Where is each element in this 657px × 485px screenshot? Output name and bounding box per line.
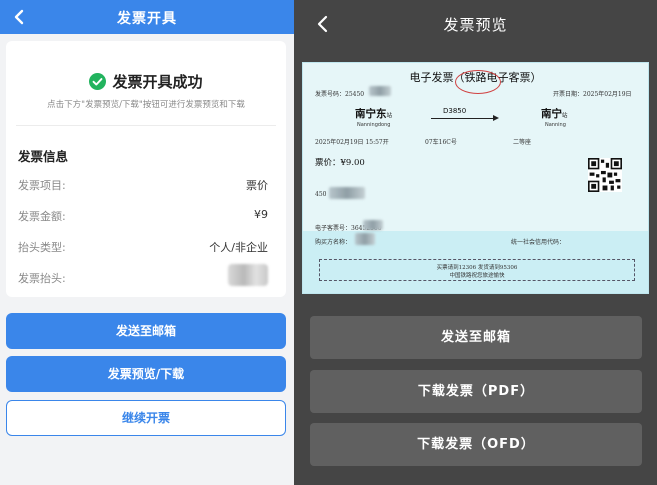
info-row-amount: 发票金额: ¥9 — [18, 208, 268, 224]
send-email-button[interactable]: 发送至邮箱 — [310, 316, 642, 359]
train-number: D3850 — [443, 107, 467, 115]
redacted-buyer — [355, 233, 375, 245]
info-row-invoice-title: 发票抬头: — [18, 264, 268, 286]
divider — [16, 125, 276, 126]
depart-time: 2025年02月19日 15:57开 — [315, 139, 389, 146]
from-pinyin: Nanningdong — [357, 122, 391, 128]
download-pdf-button[interactable]: 下载发票（PDF） — [310, 370, 642, 413]
success-message: 发票开具成功 — [6, 71, 286, 92]
route-arrow — [431, 118, 497, 119]
result-card: 发票开具成功 点击下方"发票预览/下载"按钮可进行发票预览和下载 发票信息 发票… — [6, 41, 286, 297]
seat-class: 二等座 — [513, 139, 532, 146]
page-title: 发票预览 — [443, 16, 508, 34]
invoice-number: 发票号码：25450 — [315, 91, 365, 98]
notice-line-2: 中国铁路祝您旅途愉快 — [449, 273, 505, 279]
info-value: 个人/非企业 — [209, 241, 268, 254]
buyer-name: 购买方名称： — [315, 239, 352, 246]
redacted-value — [228, 264, 268, 286]
invoice-preview-screen: 发票预览 电子发票（铁路电子客票） 发票号码：25450 开票日期：2025年0… — [294, 0, 657, 485]
invoice-image: 电子发票（铁路电子客票） 发票号码：25450 开票日期：2025年02月19日… — [302, 62, 649, 294]
arrow-right-icon — [493, 115, 499, 121]
top-bar: 发票开具 — [0, 0, 294, 34]
info-label: 发票项目: — [18, 179, 66, 192]
redacted-ticket-number — [363, 220, 383, 230]
notice-box: 买票请到12306 发货请到95306 中国铁路祝您旅途愉快 — [319, 259, 635, 281]
credit-code: 统一社会信用代码： — [511, 239, 566, 246]
invoice-info-title: 发票信息 — [18, 149, 69, 164]
from-station: 南宁东站 — [355, 108, 393, 120]
seat-number: 07车16C号 — [425, 139, 457, 146]
notice-line-1: 买票请到12306 发货请到95306 — [436, 265, 518, 271]
page-title: 发票开具 — [117, 11, 177, 27]
info-label: 抬头类型: — [18, 241, 66, 254]
to-station: 南宁站 — [541, 108, 568, 120]
redacted-invoice-number — [369, 86, 391, 96]
download-ofd-button[interactable]: 下载发票（OFD） — [310, 423, 642, 466]
send-email-button[interactable]: 发送至邮箱 — [6, 313, 286, 349]
check-circle-icon — [89, 73, 107, 90]
info-label: 发票金额: — [18, 210, 66, 223]
success-title: 发票开具成功 — [112, 73, 203, 91]
stamp-seal — [455, 70, 501, 94]
info-row-title-type: 抬头类型: 个人/非企业 — [18, 239, 268, 255]
ticket-price: 票价：¥9.00 — [315, 158, 365, 168]
invoice-issue-screen: 发票开具 发票开具成功 点击下方"发票预览/下载"按钮可进行发票预览和下载 发票… — [0, 0, 294, 485]
info-row-item: 发票项目: 票价 — [18, 177, 268, 193]
info-value: ¥9 — [254, 208, 268, 221]
continue-issue-button[interactable]: 继续开票 — [6, 400, 286, 436]
issue-date: 开票日期：2025年02月19日 — [553, 91, 632, 98]
info-label: 发票抬头: — [18, 272, 66, 285]
passenger-id: 450 — [315, 191, 327, 198]
info-value: 票价 — [246, 179, 268, 192]
to-pinyin: Nanning — [545, 122, 566, 128]
qr-code-icon — [588, 158, 622, 192]
success-hint: 点击下方"发票预览/下载"按钮可进行发票预览和下载 — [47, 100, 245, 110]
preview-download-button[interactable]: 发票预览/下载 — [6, 356, 286, 392]
redacted-passenger-id — [329, 187, 365, 199]
